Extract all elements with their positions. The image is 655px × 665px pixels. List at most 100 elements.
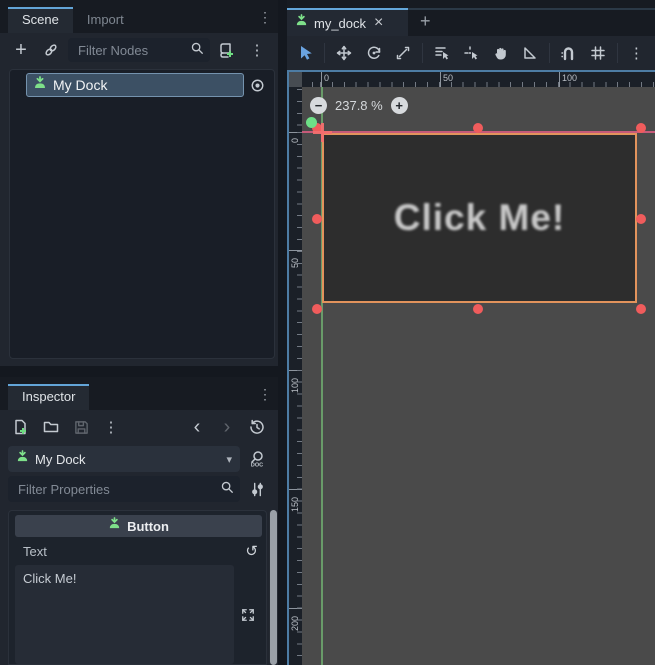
ruler-label: 0 [321,72,329,87]
inspector-properties: Button Text ↺ Click Me! [8,510,267,665]
tab-scene[interactable]: Scene [8,7,73,33]
attach-script-icon[interactable] [214,38,240,62]
scene-tab-label: my_dock [314,16,366,31]
inspector-toolbar: ⋮ ‹ › [0,410,278,444]
button-node-icon [33,76,47,95]
zoom-in-button[interactable]: + [391,97,408,114]
scrollbar-thumb[interactable] [270,510,277,665]
expand-text-icon[interactable] [234,565,262,664]
zoom-percent-value[interactable]: 237.8 % [335,98,383,113]
history-forward-icon[interactable]: › [214,415,240,439]
visibility-eye-icon[interactable] [244,78,270,93]
button-node-icon [295,14,308,32]
svg-text:DOC: DOC [251,463,263,469]
filter-properties-placeholder: Filter Properties [18,482,220,497]
inspector-scrollbar[interactable] [269,510,278,665]
filter-properties-input[interactable]: Filter Properties [8,476,240,502]
revert-property-icon[interactable]: ↺ [245,542,258,560]
main-viewport-column: my_dock × + [287,0,655,665]
resource-options-icon[interactable]: ⋮ [98,415,124,439]
selection-handle[interactable] [636,123,646,133]
new-scene-tab-button[interactable]: + [420,12,431,30]
scene-dock-menu-icon[interactable]: ⋮ [258,10,272,24]
load-resource-folder-icon[interactable] [38,415,64,439]
ruler-horizontal: 0 50 100 [302,72,655,87]
selection-handle[interactable] [473,304,483,314]
selection-handle[interactable] [636,304,646,314]
text-edit-wrap: Click Me! [15,565,262,664]
ruler-label: 200 [290,616,300,631]
rotate-tool-icon[interactable] [359,40,388,66]
save-resource-icon[interactable] [68,415,94,439]
move-tool-icon[interactable] [329,40,358,66]
selected-node-label: My Dock [35,452,220,467]
zoom-out-button[interactable]: − [310,97,327,114]
filter-properties-row: Filter Properties [0,474,278,504]
canvas-button-node[interactable]: Click Me! [322,133,637,303]
grid-snap-icon[interactable] [583,40,612,66]
ruler-label: 50 [290,258,300,268]
new-resource-icon[interactable] [8,415,34,439]
left-dock-column: Scene Import ⋮ + Filter Nodes [0,0,278,665]
property-text-value-input[interactable]: Click Me! [15,565,234,664]
add-node-button[interactable]: + [8,38,34,62]
list-select-tool-icon[interactable] [427,40,456,66]
category-title: Button [127,519,169,534]
scene-toolbar: + Filter Nodes [0,33,278,67]
property-tools-icon[interactable] [244,477,270,501]
dock-splitter-vertical[interactable] [278,0,287,665]
instance-scene-icon[interactable] [38,38,64,62]
ruler-vertical: 0 50 100 150 200 [289,87,302,665]
inspector-menu-icon[interactable]: ⋮ [258,387,272,401]
rulers-top-row: 0 50 100 [289,72,655,87]
node-selector-row: My Dock ▾ DOC [0,444,278,474]
scene-dock-body: + Filter Nodes [0,33,278,366]
tree-selection[interactable]: My Dock [26,73,244,97]
pivot-marker[interactable] [313,123,332,142]
tree-node-label: My Dock [53,77,107,93]
selection-handle[interactable] [636,214,646,224]
scene-tree-options-icon[interactable]: ⋮ [244,38,270,62]
smart-snap-icon[interactable] [554,40,583,66]
property-text-row: Text ↺ [15,539,262,563]
ruler-label: 150 [290,497,300,512]
filter-nodes-placeholder: Filter Nodes [78,43,190,58]
inspector-dock: Inspector ⋮ [0,377,278,665]
close-tab-icon[interactable]: × [374,14,383,32]
edit-history-icon[interactable] [244,415,270,439]
scene-tree: My Dock [9,69,275,359]
button-node-icon [108,517,121,535]
inspector-content: Button Text ↺ Click Me! [8,510,278,665]
search-icon [220,480,234,499]
inspector-body: ⋮ ‹ › [0,410,278,665]
canvas-2d[interactable]: Click Me! − 237.8 % + [302,87,655,665]
canvas-button-text: Click Me! [394,197,565,239]
snap-options-icon[interactable]: ⋮ [622,40,651,66]
selection-handle[interactable] [312,304,322,314]
scene-dock-tabbar: Scene Import ⋮ [0,0,278,33]
ruler-label: 100 [559,72,577,87]
canvas-toolbar: ⋮ [287,36,655,70]
chevron-down-icon: ▾ [226,453,232,466]
category-button-header[interactable]: Button [15,515,262,537]
select-tool-icon[interactable] [291,40,320,66]
ruler-tool-icon[interactable] [515,40,544,66]
inspector-tabbar: Inspector ⋮ [0,377,278,410]
filter-nodes-input[interactable]: Filter Nodes [68,38,210,62]
open-docs-icon[interactable]: DOC [244,447,270,471]
pivot-tool-icon[interactable] [456,40,485,66]
scale-tool-icon[interactable] [388,40,417,66]
selection-handle[interactable] [312,214,322,224]
scene-dock: Scene Import ⋮ + Filter Nodes [0,0,278,366]
tab-import[interactable]: Import [73,7,138,33]
node-selector-dropdown[interactable]: My Dock ▾ [8,446,240,472]
tree-row-my-dock[interactable]: My Dock [10,72,274,98]
scene-tab-my-dock[interactable]: my_dock × [287,8,408,36]
selection-handle[interactable] [473,123,483,133]
dock-splitter-horizontal[interactable] [0,366,278,377]
pan-tool-icon[interactable] [486,40,515,66]
ruler-corner [289,72,302,87]
scene-tabs-bar: my_dock × + [287,0,655,36]
tab-inspector[interactable]: Inspector [8,384,89,410]
history-back-icon[interactable]: ‹ [184,415,210,439]
